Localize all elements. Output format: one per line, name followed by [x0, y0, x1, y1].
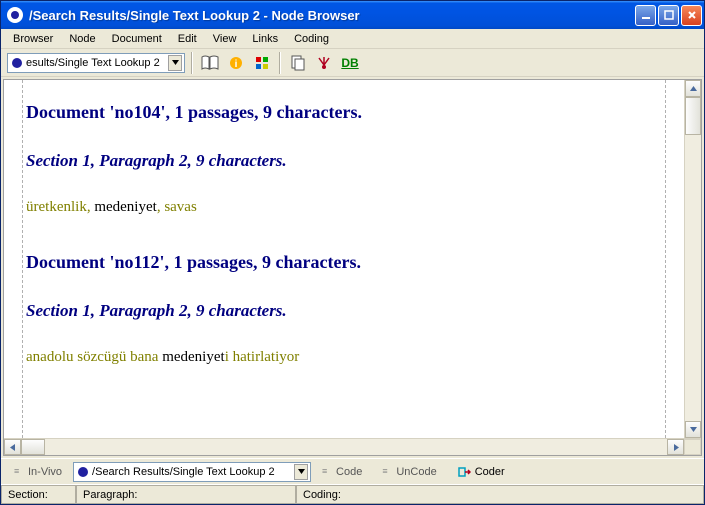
context-text: anadolu sözcügü bana	[26, 349, 162, 365]
menu-coding[interactable]: Coding	[286, 31, 337, 47]
spread-icon	[316, 56, 332, 70]
coding-label: Coding:	[303, 489, 341, 501]
db-button[interactable]: DB	[339, 52, 361, 74]
scroll-thumb[interactable]	[21, 439, 45, 455]
book-icon	[201, 55, 219, 71]
arrow-right-icon	[673, 444, 679, 451]
context-text: i hatirlatiyor	[225, 349, 300, 365]
window-buttons	[635, 5, 702, 26]
code-button: ≡ Code	[313, 462, 371, 482]
uncode-button: ≡ UnCode	[373, 462, 445, 482]
passage-text[interactable]: üretkenlik, medeniyet, savas	[26, 199, 662, 216]
maximize-button[interactable]	[658, 5, 679, 26]
menu-document[interactable]: Document	[104, 31, 170, 47]
left-margin-guide	[22, 80, 23, 438]
chevron-down-icon[interactable]	[168, 55, 182, 71]
coder-icon	[457, 465, 471, 479]
match-text: medeniyet	[94, 199, 156, 215]
coding-node-text: /Search Results/Single Text Lookup 2	[92, 466, 292, 478]
toolbar-separator	[279, 52, 281, 74]
horizontal-scrollbar[interactable]	[4, 438, 701, 455]
document-view[interactable]: Document 'no104', 1 passages, 9 characte…	[4, 80, 684, 438]
node-path-combo[interactable]: esults/Single Text Lookup 2	[7, 53, 185, 73]
statusbar: Section: Paragraph: Coding:	[1, 484, 704, 504]
close-icon	[686, 9, 698, 21]
right-margin-guide	[665, 80, 666, 438]
arrow-down-icon	[690, 427, 697, 433]
node-icon	[12, 58, 22, 68]
section-label: Section:	[8, 489, 48, 501]
vertical-scrollbar[interactable]	[684, 80, 701, 438]
status-coding: Coding:	[296, 485, 704, 504]
book-button[interactable]	[199, 52, 221, 74]
spread-button[interactable]	[313, 52, 335, 74]
document-heading: Document 'no104', 1 passages, 9 characte…	[26, 102, 662, 123]
menu-edit[interactable]: Edit	[170, 31, 205, 47]
coding-node-combo[interactable]: /Search Results/Single Text Lookup 2	[73, 462, 311, 482]
minimize-button[interactable]	[635, 5, 656, 26]
node-browser-window: /Search Results/Single Text Lookup 2 - N…	[0, 0, 705, 505]
menubar: Browser Node Document Edit View Links Co…	[1, 29, 704, 49]
context-text: üretkenlik,	[26, 199, 94, 215]
passage-text[interactable]: anadolu sözcügü bana medeniyeti hatirlat…	[26, 349, 662, 366]
section-heading: Section 1, Paragraph 2, 9 characters.	[26, 301, 662, 321]
invivo-label: In-Vivo	[28, 466, 62, 478]
scrollbar-corner	[684, 439, 701, 455]
coding-toolbar: ≡ In-Vivo /Search Results/Single Text Lo…	[1, 458, 704, 484]
scroll-thumb[interactable]	[685, 97, 701, 135]
scroll-up-button[interactable]	[685, 80, 701, 97]
chevron-down-icon[interactable]	[294, 464, 308, 480]
uncode-label: UnCode	[396, 466, 436, 478]
toolbar-separator	[191, 52, 193, 74]
node-icon	[78, 467, 88, 477]
menu-links[interactable]: Links	[244, 31, 286, 47]
scroll-down-button[interactable]	[685, 421, 701, 438]
status-paragraph: Paragraph:	[76, 485, 296, 504]
app-icon	[7, 7, 23, 23]
copy-button[interactable]	[287, 52, 309, 74]
close-button[interactable]	[681, 5, 702, 26]
palette-button[interactable]	[251, 52, 273, 74]
coder-button[interactable]: Coder	[448, 462, 514, 482]
window-title: /Search Results/Single Text Lookup 2 - N…	[29, 8, 635, 23]
svg-text:i: i	[235, 59, 238, 70]
scroll-right-button[interactable]	[667, 439, 684, 455]
stripes-icon: ≡	[322, 470, 332, 473]
scroll-track[interactable]	[21, 439, 667, 455]
match-text: medeniyet	[162, 349, 224, 365]
content-area: Document 'no104', 1 passages, 9 characte…	[3, 79, 702, 456]
scroll-left-button[interactable]	[4, 439, 21, 455]
menu-node[interactable]: Node	[61, 31, 103, 47]
info-button[interactable]: i	[225, 52, 247, 74]
status-section: Section:	[1, 485, 76, 504]
db-icon: DB	[341, 56, 358, 70]
menu-view[interactable]: View	[205, 31, 245, 47]
node-path-text: esults/Single Text Lookup 2	[26, 57, 166, 69]
context-text: , savas	[157, 199, 197, 215]
stripes-icon: ≡	[14, 470, 24, 473]
code-label: Code	[336, 466, 362, 478]
titlebar[interactable]: /Search Results/Single Text Lookup 2 - N…	[1, 1, 704, 29]
stripes-icon: ≡	[382, 470, 392, 473]
section-heading: Section 1, Paragraph 2, 9 characters.	[26, 151, 662, 171]
scroll-track[interactable]	[685, 97, 701, 421]
coder-label: Coder	[475, 466, 505, 478]
toolbar: esults/Single Text Lookup 2 i DB	[1, 49, 704, 77]
arrow-left-icon	[10, 444, 16, 451]
paragraph-label: Paragraph:	[83, 489, 137, 501]
maximize-icon	[663, 9, 675, 21]
invivo-button: ≡ In-Vivo	[5, 462, 71, 482]
palette-icon	[255, 56, 269, 70]
document-heading: Document 'no112', 1 passages, 9 characte…	[26, 252, 662, 273]
copy-icon	[291, 55, 305, 71]
arrow-up-icon	[690, 86, 697, 92]
minimize-icon	[640, 9, 652, 21]
info-icon: i	[229, 56, 243, 70]
menu-browser[interactable]: Browser	[5, 31, 61, 47]
